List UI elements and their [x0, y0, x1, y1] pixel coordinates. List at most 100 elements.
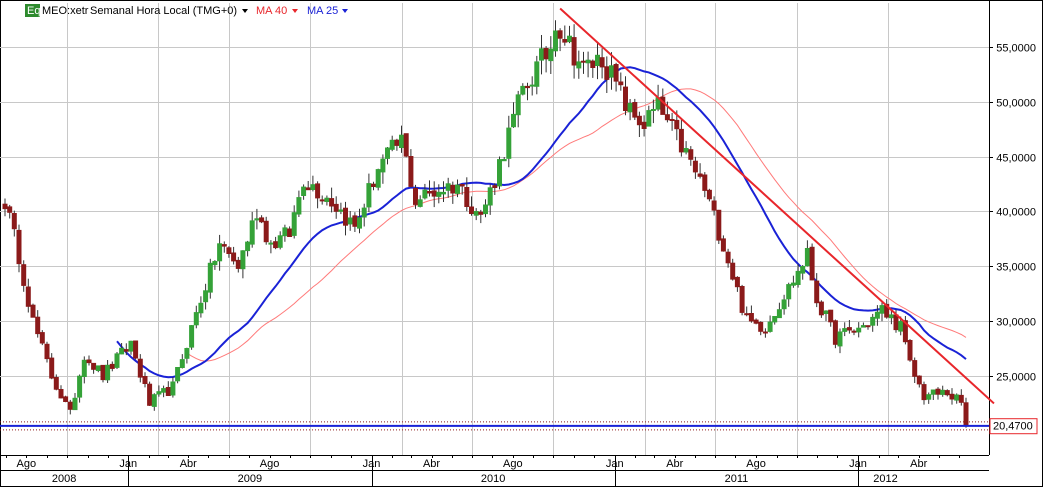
- y-tick-label: 55,0000: [996, 43, 1036, 55]
- chart-legend: Eq MEO:xetr Semanal Hora Local (TMG+0) M…: [25, 4, 348, 17]
- candle: [506, 115, 512, 168]
- candle: [44, 341, 50, 363]
- candle-body-down: [716, 209, 722, 241]
- candle: [562, 25, 568, 46]
- candle: [860, 322, 866, 328]
- candle: [543, 46, 549, 73]
- candle: [21, 260, 27, 292]
- x-month-label: Abr: [910, 458, 927, 470]
- downtrend-line[interactable]: [559, 7, 995, 405]
- x-month-label: Ago: [260, 458, 280, 470]
- candle-body-up: [184, 348, 190, 359]
- candle: [315, 181, 321, 209]
- candle-body-up: [385, 147, 390, 159]
- candle-body-up: [940, 389, 946, 395]
- candle-body-up: [310, 184, 316, 190]
- candle-body-down: [30, 304, 36, 318]
- last-price-label: 20,4700: [993, 421, 1033, 433]
- candle: [539, 35, 544, 75]
- candle: [147, 381, 153, 406]
- candle: [305, 181, 311, 191]
- candle: [697, 163, 703, 179]
- candle: [417, 195, 423, 208]
- candle: [324, 195, 330, 206]
- x-year-label: 2008: [52, 473, 76, 485]
- candle-body-down: [263, 220, 269, 243]
- candle: [832, 319, 838, 349]
- candle: [776, 302, 782, 319]
- candle-body-up: [161, 388, 167, 393]
- y-tick-label: 45,0000: [996, 153, 1036, 165]
- candle: [706, 188, 712, 202]
- candle-body-down: [581, 60, 586, 63]
- candle-body-up: [95, 365, 101, 371]
- ma40-dropdown-icon[interactable]: [292, 9, 298, 13]
- candle: [198, 296, 204, 318]
- candle-body-up: [506, 127, 512, 159]
- candle-body-down: [67, 401, 73, 410]
- candle-body-up: [800, 266, 806, 274]
- candle-body-down: [165, 387, 171, 396]
- candle-body-up: [175, 367, 181, 382]
- candle: [357, 208, 362, 234]
- y-tick-label: 30,0000: [996, 317, 1036, 329]
- equity-badge-label: Eq: [27, 5, 40, 17]
- candle-body-down: [720, 238, 726, 252]
- candle: [226, 246, 232, 258]
- candle: [11, 210, 17, 237]
- candle: [907, 339, 913, 362]
- y-tick-label: 40,0000: [996, 207, 1036, 219]
- candle-body-up: [501, 159, 507, 162]
- candle: [646, 105, 652, 127]
- symbol-dropdown-icon[interactable]: [242, 9, 248, 13]
- candle: [142, 372, 148, 388]
- candle: [473, 208, 479, 221]
- candle-body-down: [91, 362, 97, 370]
- candle-body-down: [11, 213, 17, 230]
- candle: [870, 313, 876, 332]
- candle: [95, 365, 101, 373]
- candle: [856, 322, 862, 338]
- candle-body-down: [958, 394, 964, 403]
- candle: [553, 20, 558, 57]
- candle-body-up: [772, 316, 778, 323]
- candle-body-down: [846, 327, 852, 331]
- candle: [790, 275, 796, 288]
- candle-body-up: [119, 347, 125, 355]
- candle-body-down: [464, 187, 470, 207]
- candle-body-up: [879, 305, 885, 314]
- candle: [77, 374, 83, 403]
- candle: [581, 51, 586, 74]
- candle-body-down: [133, 340, 139, 359]
- candle: [100, 364, 106, 383]
- candle-body-up: [898, 320, 904, 332]
- candle-body-down: [25, 286, 31, 307]
- candle-body-up: [790, 282, 796, 286]
- candle-body-down: [478, 211, 484, 215]
- candle-body-down: [450, 184, 456, 194]
- candle-body-up: [776, 309, 782, 319]
- candle-body-down: [86, 359, 92, 364]
- candle-body-up: [338, 209, 344, 212]
- candle-body-down: [231, 252, 237, 262]
- candle: [772, 316, 778, 325]
- candle-body-up: [240, 250, 246, 270]
- candle: [221, 241, 227, 253]
- candle: [273, 236, 279, 250]
- candle: [291, 205, 297, 239]
- candle-body-up: [254, 218, 260, 221]
- candle-body-down: [408, 156, 414, 187]
- candle-body-down: [352, 215, 358, 227]
- candle: [702, 172, 708, 198]
- ma25-dropdown-icon[interactable]: [342, 9, 348, 13]
- y-tick-label: 25,0000: [996, 372, 1036, 384]
- candle-body-up: [497, 159, 502, 187]
- candle: [767, 315, 773, 333]
- candle: [151, 393, 157, 411]
- candle: [800, 265, 806, 280]
- candle-body-down: [287, 228, 293, 237]
- x-year-label: 2010: [481, 473, 505, 485]
- candle: [217, 234, 223, 271]
- candle-body-down: [16, 229, 22, 265]
- candle: [842, 322, 848, 337]
